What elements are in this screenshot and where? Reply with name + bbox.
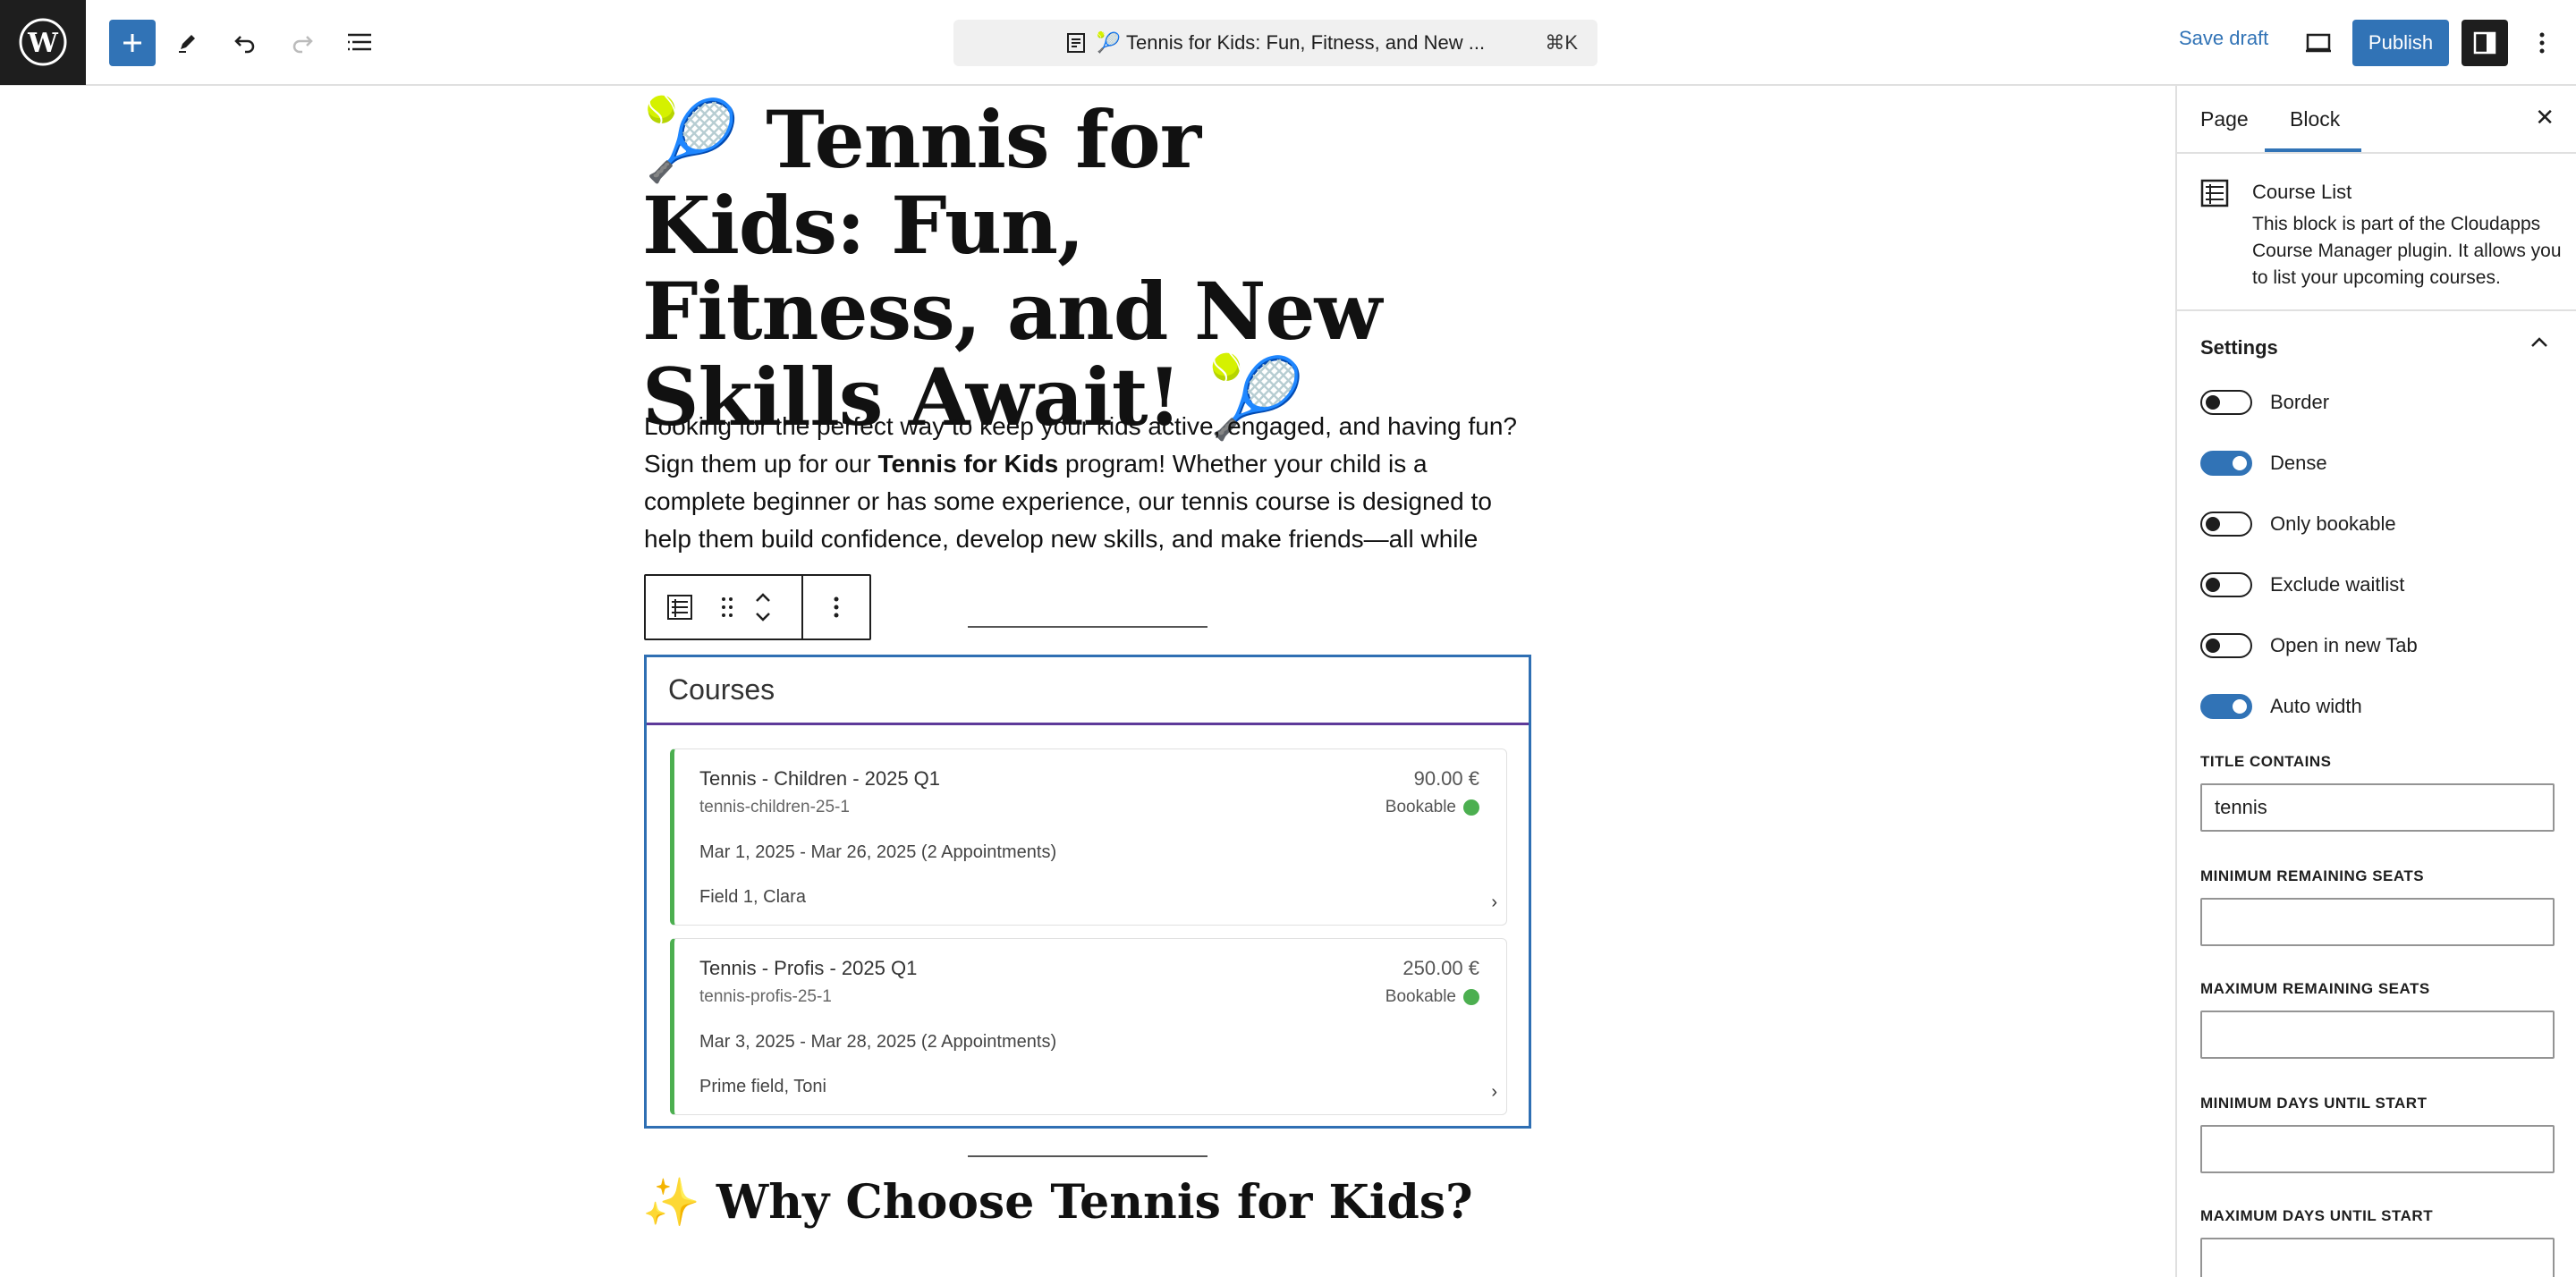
course-status: Bookable [1385,798,1479,817]
bookable-dot-icon [1463,989,1479,1005]
tab-page[interactable]: Page [2200,107,2249,131]
settings-sidebar-toggle-icon[interactable] [2462,20,2508,66]
toggle-switch[interactable] [2200,572,2252,597]
editor-header: W 🎾 Tennis for Kids: Fun, Fitness, and N… [0,0,2576,86]
course-dates: Mar 3, 2025 - Mar 28, 2025 (2 Appointmen… [699,1032,1057,1052]
course-card[interactable]: Tennis - Profis - 2025 Q1 tennis-profis-… [670,938,1507,1115]
publish-button[interactable]: Publish [2352,20,2449,66]
active-tab-indicator [2265,148,2361,152]
block-toolbar [644,574,871,640]
editor-canvas[interactable]: 🎾 Tennis for Kids: Fun, Fitness, and New… [0,86,2175,1277]
close-icon[interactable]: ✕ [2535,104,2555,131]
course-dates: Mar 1, 2025 - Mar 26, 2025 (2 Appointmen… [699,842,1057,862]
course-status-label: Bookable [1385,798,1456,816]
block-list-icon [2200,179,2229,212]
bookable-dot-icon [1463,799,1479,816]
course-title: Tennis - Children - 2025 Q1 [699,767,941,790]
min-days-until-start-input[interactable] [2200,1125,2555,1173]
course-list-heading: Courses [647,657,1529,725]
toggle-switch[interactable] [2200,390,2252,415]
sidebar-tabs: Page Block ✕ [2177,86,2576,154]
save-draft-button[interactable]: Save draft [2179,27,2268,50]
intro-paragraph[interactable]: Looking for the perfect way to keep your… [644,408,1521,558]
course-price: 90.00 € [1413,767,1479,790]
toggle-border[interactable]: Border [2200,385,2329,420]
toggle-exclude-waitlist[interactable]: Exclude waitlist [2200,567,2404,603]
undo-icon[interactable] [222,20,268,66]
settings-panel-header[interactable]: Settings [2177,311,2576,374]
max-remaining-seats-label: MAXIMUM REMAINING SEATS [2200,980,2430,997]
title-contains-input[interactable] [2200,783,2555,832]
move-up-down-icon[interactable] [741,576,785,638]
add-block-button[interactable] [109,20,156,66]
command-palette-title[interactable]: 🎾 Tennis for Kids: Fun, Fitness, and New… [953,20,1597,66]
post-title[interactable]: 🎾 Tennis for Kids: Fun, Fitness, and New… [642,97,1447,440]
block-type-list-icon[interactable] [646,576,714,638]
course-status: Bookable [1385,987,1479,1007]
preview-device-icon[interactable] [2295,20,2342,66]
tools-pencil-icon[interactable] [165,20,211,66]
toggle-switch[interactable] [2200,694,2252,719]
toggle-switch[interactable] [2200,512,2252,537]
wordpress-logo-icon[interactable]: W [0,0,86,85]
toggle-auto-width[interactable]: Auto width [2200,689,2362,724]
svg-text:W: W [27,28,59,59]
course-title: Tennis - Profis - 2025 Q1 [699,957,918,979]
max-days-until-start-label: MAXIMUM DAYS UNTIL START [2200,1207,2434,1224]
options-kebab-icon[interactable] [2519,20,2565,66]
tab-block[interactable]: Block [2290,107,2340,131]
course-location: Prime field, Toni [699,1077,826,1096]
settings-title: Settings [2200,336,2278,359]
separator-top [968,626,1208,628]
max-remaining-seats-input[interactable] [2200,1011,2555,1059]
course-code: tennis-children-25-1 [699,798,850,816]
intro-bold-text: Tennis for Kids [877,450,1059,478]
course-status-label: Bookable [1385,987,1456,1006]
settings-sidebar: Page Block ✕ Course List This block is p… [2175,86,2576,1277]
document-title-text: 🎾 Tennis for Kids: Fun, Fitness, and New… [1096,31,1486,54]
toggle-only-bookable[interactable]: Only bookable [2200,506,2396,542]
chevron-right-icon[interactable]: › [1491,892,1497,913]
redo-icon[interactable] [279,20,326,66]
course-code: tennis-profis-25-1 [699,987,832,1006]
command-shortcut: ⌘K [1545,31,1578,54]
toggle-open-new-tab[interactable]: Open in new Tab [2200,628,2418,664]
document-overview-icon[interactable] [336,20,383,66]
block-name: Course List [2252,181,2352,203]
toggle-switch[interactable] [2200,451,2252,476]
chevron-right-icon[interactable]: › [1491,1082,1497,1103]
max-days-until-start-input[interactable] [2200,1238,2555,1277]
course-price: 250.00 € [1402,957,1479,979]
drag-handle-icon[interactable] [714,576,741,638]
min-remaining-seats-label: MINIMUM REMAINING SEATS [2200,867,2425,884]
chevron-up-icon[interactable] [2529,331,2549,354]
separator-bottom [968,1155,1208,1157]
course-card[interactable]: Tennis - Children - 2025 Q1 tennis-child… [670,748,1507,926]
block-options-kebab-icon[interactable] [803,576,869,638]
min-remaining-seats-input[interactable] [2200,898,2555,946]
min-days-until-start-label: MINIMUM DAYS UNTIL START [2200,1095,2428,1112]
course-location: Field 1, Clara [699,887,806,907]
toggle-switch[interactable] [2200,633,2252,658]
title-contains-label: TITLE CONTAINS [2200,753,2332,770]
block-description: This block is part of the Cloudapps Cour… [2252,214,2562,288]
toggle-dense[interactable]: Dense [2200,445,2327,481]
section-heading[interactable]: ✨ Why Choose Tennis for Kids? [642,1175,1473,1230]
block-card: Course List This block is part of the Cl… [2177,154,2576,311]
page-icon [1066,32,1086,54]
course-list-block[interactable]: Courses Tennis - Children - 2025 Q1 tenn… [644,655,1531,1129]
